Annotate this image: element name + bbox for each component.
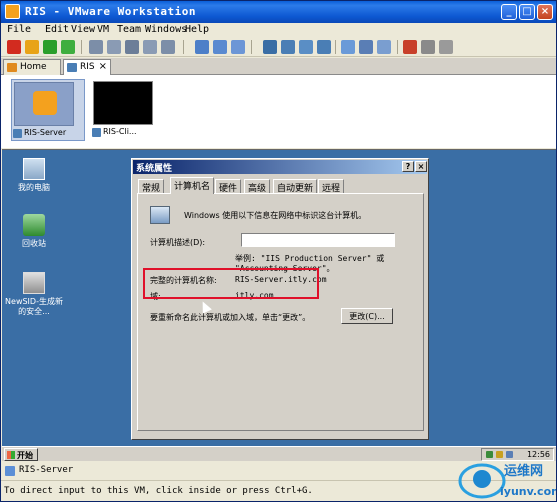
tab-remote[interactable]: 远程 <box>318 179 345 194</box>
menu-bar: File Edit View VM Team Windows Help <box>1 23 556 37</box>
power-off-icon[interactable] <box>7 40 21 54</box>
vmware-window: RIS - VMware Workstation _ □ × File Edit… <box>0 0 557 502</box>
watermark-url: iyunv.com <box>500 485 556 498</box>
tab-advanced[interactable]: 高级 <box>244 179 271 194</box>
windows-flag-icon <box>7 451 15 459</box>
thumbnail-screen <box>93 81 153 125</box>
quick-switch-icon[interactable] <box>281 40 295 54</box>
menu-windows[interactable]: Windows <box>145 24 187 35</box>
computer-icon <box>23 158 45 180</box>
status-message: To direct input to this VM, click inside… <box>4 486 313 496</box>
vmware-app-icon <box>5 4 20 19</box>
menu-help[interactable]: Help <box>185 24 209 35</box>
dialog-close-button[interactable]: × <box>415 161 427 172</box>
clone-icon[interactable] <box>143 40 157 54</box>
change-button[interactable]: 更改(C)... <box>341 308 393 324</box>
vm-icon <box>13 129 22 138</box>
record-icon[interactable] <box>403 40 417 54</box>
newsid-icon <box>23 272 45 294</box>
network-computers-icon <box>150 206 170 224</box>
thumbnail-ris-server[interactable]: RIS-Server <box>11 79 85 141</box>
tab-computer-name[interactable]: 计算机名 <box>170 177 215 194</box>
power-on-icon[interactable] <box>43 40 57 54</box>
recycle-bin-icon <box>23 214 45 236</box>
thumbnail-bar: RIS-Server RIS-Cli... <box>1 75 556 148</box>
vm-icon <box>67 63 77 72</box>
toolbar-separator <box>251 40 252 54</box>
menu-vm[interactable]: VM <box>97 24 109 35</box>
minimize-button[interactable]: _ <box>501 4 517 20</box>
maximize-button[interactable]: □ <box>519 4 535 20</box>
title-bar: RIS - VMware Workstation _ □ × <box>1 1 556 23</box>
vmware-logo-icon <box>33 91 57 115</box>
thumbnail-screen <box>14 82 74 126</box>
snapshot-icon[interactable] <box>89 40 103 54</box>
computer-description-input[interactable] <box>241 233 395 247</box>
desktop-icon-my-computer[interactable]: 我的电脑 <box>4 158 64 193</box>
toolbar-separator <box>335 40 336 54</box>
menu-edit[interactable]: Edit <box>45 24 69 35</box>
watermark-logo: 运维网 iyunv.com <box>458 463 556 499</box>
settings-icon[interactable] <box>439 40 453 54</box>
intro-text: Windows 使用以下信息在网络中标识这台计算机。 <box>184 211 367 220</box>
tab-ris[interactable]: RIS × <box>63 59 111 75</box>
thumbnail-label: RIS-Server <box>12 128 66 138</box>
full-screen-icon[interactable] <box>263 40 277 54</box>
toolbar <box>1 37 556 57</box>
menu-team[interactable]: Team <box>117 24 141 35</box>
console-icon[interactable] <box>317 40 331 54</box>
view-icon[interactable] <box>213 40 227 54</box>
system-properties-dialog: 系统属性 ? × 常规 计算机名 硬件 高级 自动更新 远程 Windows 使… <box>131 158 429 440</box>
tab-strip: Home RIS × <box>1 58 556 75</box>
view-icon[interactable] <box>231 40 245 54</box>
team-icon[interactable] <box>161 40 175 54</box>
highlight-box <box>143 268 319 299</box>
snapshot-manager-icon[interactable] <box>125 40 139 54</box>
description-label: 计算机描述(D): <box>150 238 206 247</box>
close-tab-icon[interactable]: × <box>99 61 107 72</box>
guest-desktop[interactable]: 我的电脑 回收站 NewSID-生成新的安全... 系统属性 ? × 常规 计算… <box>2 149 556 460</box>
toolbar-separator <box>183 40 184 54</box>
unity-icon[interactable] <box>359 40 373 54</box>
close-button[interactable]: × <box>537 4 553 20</box>
dialog-title-bar: 系统属性 <box>133 160 427 174</box>
appliance-icon[interactable] <box>341 40 355 54</box>
menu-view[interactable]: View <box>71 24 95 35</box>
tab-hardware[interactable]: 硬件 <box>215 179 242 194</box>
help-button[interactable]: ? <box>402 161 414 172</box>
tab-home[interactable]: Home <box>3 59 61 75</box>
rename-text: 要重新命名此计算机或加入域，单击“更改”。 <box>150 313 311 322</box>
toolbar-separator <box>81 40 82 54</box>
window-title: RIS - VMware Workstation <box>25 5 196 18</box>
vm-icon <box>92 128 101 137</box>
thumbnail-label: RIS-Cli... <box>91 127 137 137</box>
home-icon <box>7 63 17 72</box>
replay-icon[interactable] <box>421 40 435 54</box>
start-button[interactable]: 开始 <box>4 448 38 461</box>
thumbnail-ris-client[interactable]: RIS-Cli... <box>91 79 165 141</box>
computer-name-panel: Windows 使用以下信息在网络中标识这台计算机。 计算机描述(D): 举例:… <box>137 193 424 431</box>
tab-auto-update[interactable]: 自动更新 <box>273 179 318 194</box>
summary-icon[interactable] <box>299 40 313 54</box>
fit-icon[interactable] <box>377 40 391 54</box>
watermark-text: 运维网 <box>504 463 543 479</box>
toolbar-separator <box>397 40 398 54</box>
view-icon[interactable] <box>195 40 209 54</box>
tab-general[interactable]: 常规 <box>138 179 165 194</box>
vm-icon <box>5 466 15 476</box>
tab-label: RIS <box>80 62 95 72</box>
revert-snapshot-icon[interactable] <box>107 40 121 54</box>
vm-status-label: RIS-Server <box>19 465 74 475</box>
tab-label: Home <box>20 62 47 72</box>
desktop-icon-newsid[interactable]: NewSID-生成新的安全... <box>4 272 64 317</box>
desktop-icon-recycle-bin[interactable]: 回收站 <box>4 214 64 249</box>
suspend-icon[interactable] <box>25 40 39 54</box>
reset-icon[interactable] <box>61 40 75 54</box>
menu-file[interactable]: File <box>7 24 31 35</box>
